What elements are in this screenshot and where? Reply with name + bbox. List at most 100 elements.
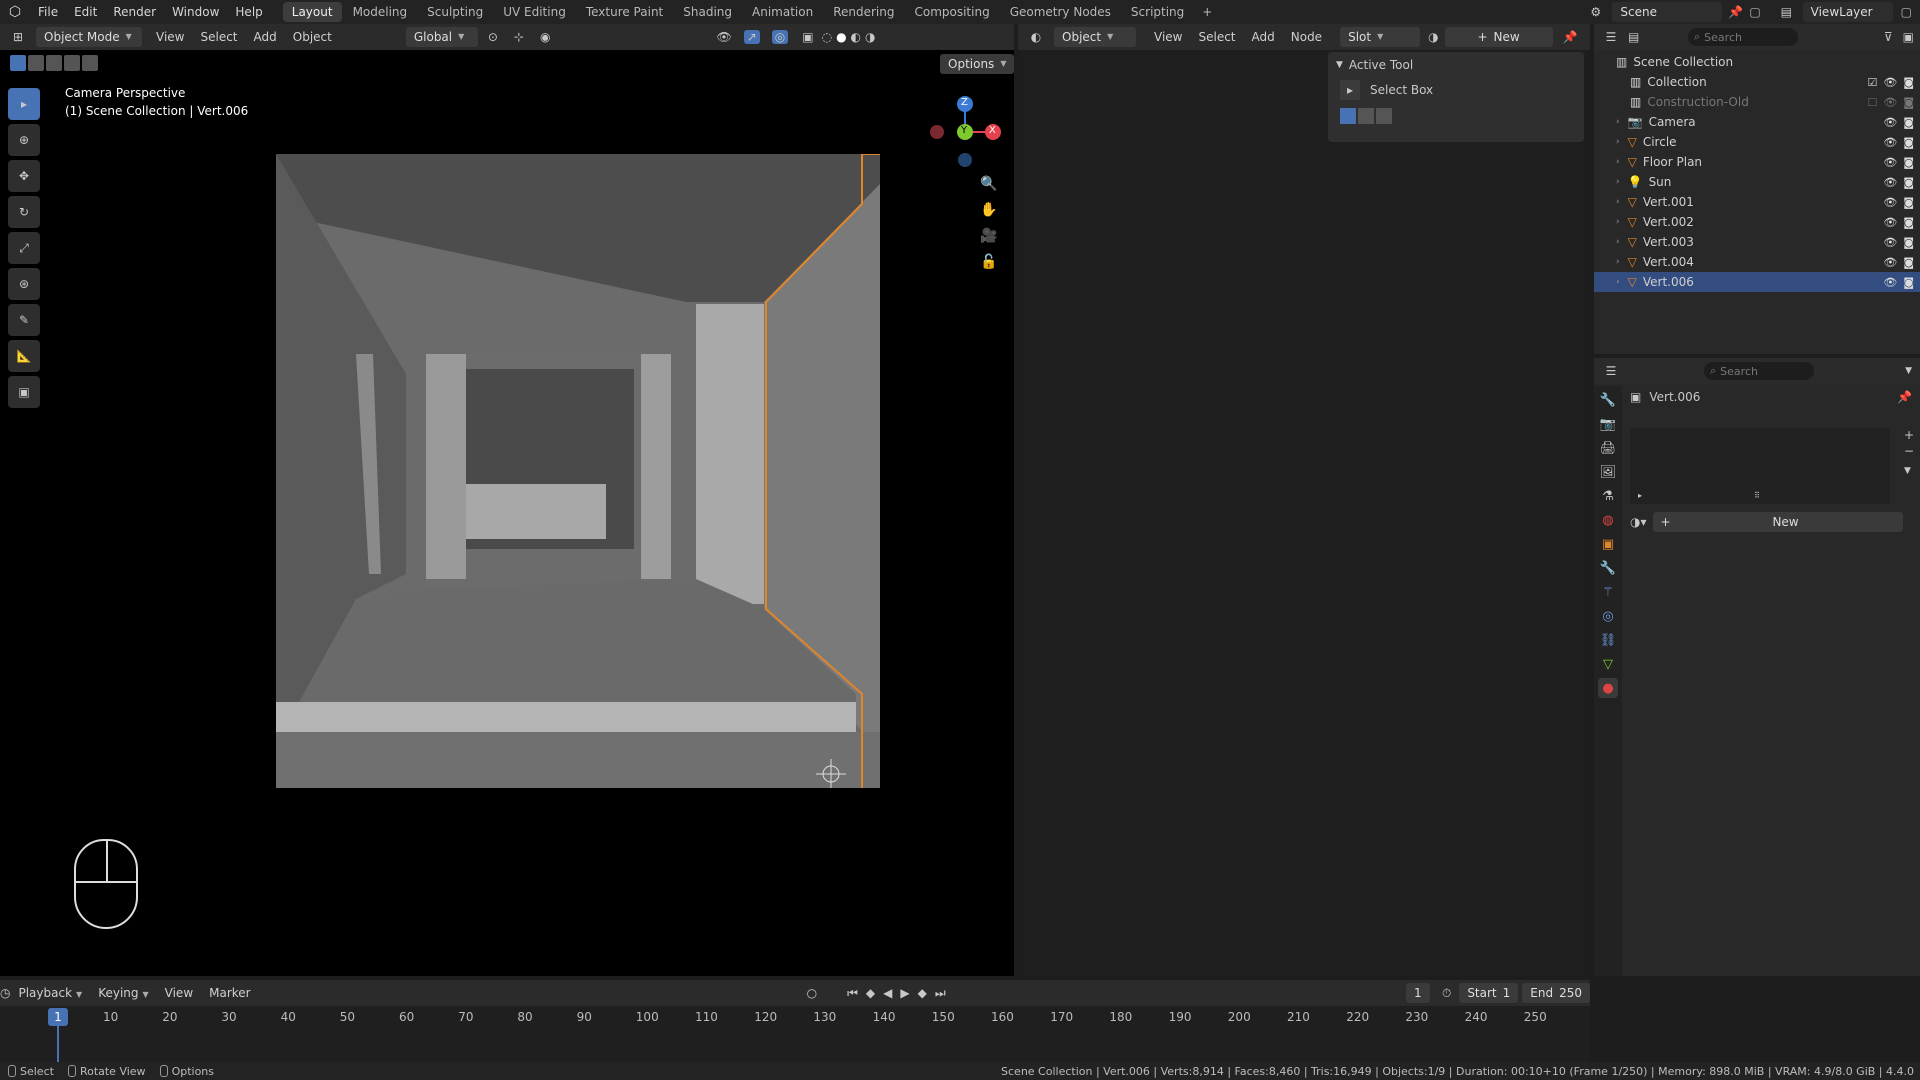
eye-icon[interactable]: 👁: [1883, 256, 1897, 269]
material-shading-icon[interactable]: ◐: [851, 30, 861, 44]
move-tool-icon[interactable]: ✥: [8, 160, 40, 192]
outliner-item-vert-006[interactable]: › ▽ Vert.006 👁 ◙: [1594, 272, 1920, 292]
view-layer-icon[interactable]: ▤: [1781, 5, 1803, 19]
zoom-icon[interactable]: 🔍: [980, 176, 997, 192]
wireframe-shading-icon[interactable]: ◌: [822, 30, 832, 44]
chevron-right-icon[interactable]: ›: [1616, 237, 1620, 247]
select-new-icon[interactable]: [10, 55, 26, 71]
eye-icon[interactable]: 👁: [1883, 76, 1897, 89]
transform-tool-icon[interactable]: ⊛: [8, 268, 40, 300]
expand-icon[interactable]: ▸: [1638, 491, 1642, 500]
eye-icon[interactable]: 👁: [1883, 216, 1897, 229]
node-menu-add[interactable]: Add: [1244, 27, 1283, 47]
editor-type-icon[interactable]: ◐: [1018, 30, 1054, 44]
eye-icon[interactable]: 👁: [1883, 196, 1897, 209]
options-dropdown[interactable]: Options ▼: [940, 54, 1015, 74]
eye-icon[interactable]: 👁: [1883, 176, 1897, 189]
new-scene-icon[interactable]: ▢: [1749, 5, 1760, 19]
scene-icon[interactable]: ⚙: [1590, 5, 1612, 19]
rotate-tool-icon[interactable]: ↻: [8, 196, 40, 228]
render-camera-icon[interactable]: ◙: [1903, 256, 1914, 269]
outliner-item-vert-001[interactable]: › ▽ Vert.001 👁 ◙: [1594, 192, 1920, 212]
viewport-menu-add[interactable]: Add: [246, 27, 285, 47]
select-new-icon[interactable]: [1340, 108, 1356, 124]
view-layer-tab-icon[interactable]: 🖼: [1598, 462, 1618, 482]
jump-end-icon[interactable]: ⏭: [935, 986, 946, 1001]
scale-tool-icon[interactable]: ⤢: [8, 232, 40, 264]
blender-logo-icon[interactable]: ⬡: [0, 4, 30, 20]
collapse-icon[interactable]: ▼: [1336, 60, 1343, 70]
render-camera-icon[interactable]: ◙: [1903, 176, 1914, 189]
eye-icon[interactable]: 👁: [1883, 96, 1897, 109]
mode-selector[interactable]: Object Mode ▼: [36, 27, 142, 47]
current-frame-field[interactable]: 1: [1405, 983, 1430, 1003]
chevron-right-icon[interactable]: ›: [1616, 117, 1620, 127]
workspace-tab-modeling[interactable]: Modeling: [344, 2, 417, 22]
outliner-item-camera[interactable]: › 📷 Camera 👁 ◙: [1594, 112, 1920, 132]
workspace-tab-sculpting[interactable]: Sculpting: [418, 2, 492, 22]
selection-mode-buttons[interactable]: [10, 55, 98, 71]
chevron-right-icon[interactable]: ›: [1616, 197, 1620, 207]
select-extend-icon[interactable]: [28, 55, 44, 71]
view-layer-selector[interactable]: ViewLayer: [1802, 2, 1893, 22]
new-view-layer-icon[interactable]: ▢: [1901, 5, 1912, 19]
chevron-right-icon[interactable]: ›: [1616, 137, 1620, 147]
play-icon[interactable]: ▶: [900, 986, 909, 1001]
visibility-icon[interactable]: 👁: [716, 30, 731, 44]
node-menu-select[interactable]: Select: [1190, 27, 1243, 47]
node-menu-node[interactable]: Node: [1283, 27, 1330, 47]
solid-shading-icon[interactable]: ●: [836, 30, 846, 44]
render-tab-icon[interactable]: 📷: [1598, 414, 1618, 434]
editor-type-icon[interactable]: ☰: [1594, 30, 1628, 44]
render-camera-icon[interactable]: ◙: [1903, 76, 1914, 89]
chevron-right-icon[interactable]: ›: [1616, 217, 1620, 227]
proportional-icon[interactable]: ◉: [540, 30, 550, 44]
output-tab-icon[interactable]: 🖨: [1598, 438, 1618, 458]
physics-tab-icon[interactable]: ◎: [1598, 606, 1618, 626]
camera-view-icon[interactable]: 🎥: [980, 228, 997, 244]
overlay-toggle-icon[interactable]: ◎: [771, 30, 789, 44]
workspace-tab-geometry-nodes[interactable]: Geometry Nodes: [1001, 2, 1120, 22]
menu-edit[interactable]: Edit: [66, 0, 105, 24]
eye-icon[interactable]: 👁: [1883, 236, 1897, 249]
add-slot-icon[interactable]: +: [1904, 428, 1914, 442]
tool-tab-icon[interactable]: 🔧: [1598, 390, 1618, 410]
timeline-menu-playback[interactable]: Playback ▼: [10, 983, 90, 1003]
particles-tab-icon[interactable]: ⚚: [1598, 582, 1618, 602]
object-type-selector[interactable]: Object ▼: [1054, 27, 1136, 47]
chevron-down-icon[interactable]: ▼: [1905, 366, 1912, 376]
resize-handle-icon[interactable]: ⠿: [1754, 491, 1760, 500]
pan-hand-icon[interactable]: ✋: [980, 202, 997, 218]
render-camera-icon[interactable]: ◙: [1903, 136, 1914, 149]
clock-icon[interactable]: ⏱: [1442, 986, 1451, 1001]
pin-icon[interactable]: 📌: [1728, 5, 1743, 19]
snap-icon[interactable]: ⊹: [514, 30, 524, 44]
menu-render[interactable]: Render: [105, 0, 164, 24]
pin-icon[interactable]: 📌: [1563, 30, 1578, 44]
remove-slot-icon[interactable]: −: [1904, 444, 1914, 458]
eye-icon[interactable]: 👁: [1883, 136, 1897, 149]
render-camera-icon[interactable]: ◙: [1903, 196, 1914, 209]
workspace-tab-animation[interactable]: Animation: [743, 2, 822, 22]
play-reverse-icon[interactable]: ◀: [883, 986, 892, 1001]
material-slot-list[interactable]: ▸ ⠿: [1630, 428, 1890, 504]
workspace-tab-texture-paint[interactable]: Texture Paint: [577, 2, 672, 22]
chevron-right-icon[interactable]: ›: [1616, 157, 1620, 167]
new-material-button[interactable]: + New: [1652, 512, 1903, 532]
new-collection-icon[interactable]: ▣: [1903, 30, 1914, 44]
lock-camera-icon[interactable]: 🔓: [980, 254, 997, 270]
menu-file[interactable]: File: [30, 0, 66, 24]
playhead-marker[interactable]: 1: [48, 1008, 68, 1026]
editor-type-icon[interactable]: ◷: [0, 986, 10, 1000]
outliner-item-construction-old[interactable]: ▥ Construction-Old ☐ 👁 ◙: [1594, 92, 1920, 112]
gizmo-toggle-icon[interactable]: ↗: [743, 30, 760, 44]
outliner-item-circle[interactable]: › ▽ Circle 👁 ◙: [1594, 132, 1920, 152]
cursor-tool-icon[interactable]: ⊕: [8, 124, 40, 156]
outliner-item-floor-plan[interactable]: › ▽ Floor Plan 👁 ◙: [1594, 152, 1920, 172]
workspace-tab-layout[interactable]: Layout: [282, 2, 342, 22]
add-workspace-button[interactable]: +: [1193, 2, 1221, 22]
outliner-item-vert-002[interactable]: › ▽ Vert.002 👁 ◙: [1594, 212, 1920, 232]
end-frame-field[interactable]: End 250: [1522, 983, 1590, 1003]
pin-icon[interactable]: 📌: [1897, 390, 1912, 404]
add-cube-tool-icon[interactable]: ▣: [8, 376, 40, 408]
